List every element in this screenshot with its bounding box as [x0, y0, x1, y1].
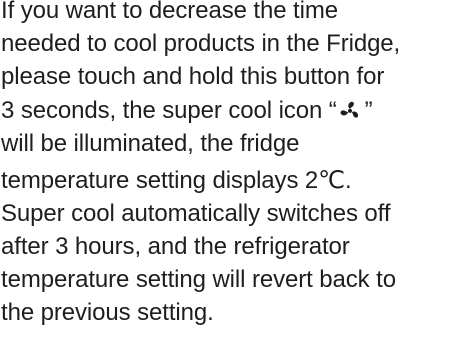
text-line-10: the previous setting.: [1, 299, 214, 326]
text-line-7: Super cool automatically switches off: [1, 200, 391, 227]
text-line-2: needed to cool products in the Fridge,: [1, 30, 401, 57]
text-line-5: will be illuminated, the fridge: [1, 130, 300, 157]
text-line-1: If you want to decrease the time: [1, 0, 338, 24]
text-line-9: temperature setting will revert back to: [1, 266, 396, 293]
text-line-4-prefix: 3 seconds, the super cool icon “: [1, 97, 337, 124]
text-line-4-suffix: ”: [364, 97, 373, 124]
text-line-8: after 3 hours, and the refrigerator: [1, 233, 350, 260]
fan-icon: [339, 99, 361, 121]
text-line-6: temperature setting displays 2℃.: [1, 167, 352, 194]
text-line-3: please touch and hold this button for: [1, 63, 385, 90]
text-line-4: 3 seconds, the super cool icon “ ”: [1, 96, 373, 126]
instruction-paragraph: If you want to decrease the time needed …: [0, 0, 455, 353]
